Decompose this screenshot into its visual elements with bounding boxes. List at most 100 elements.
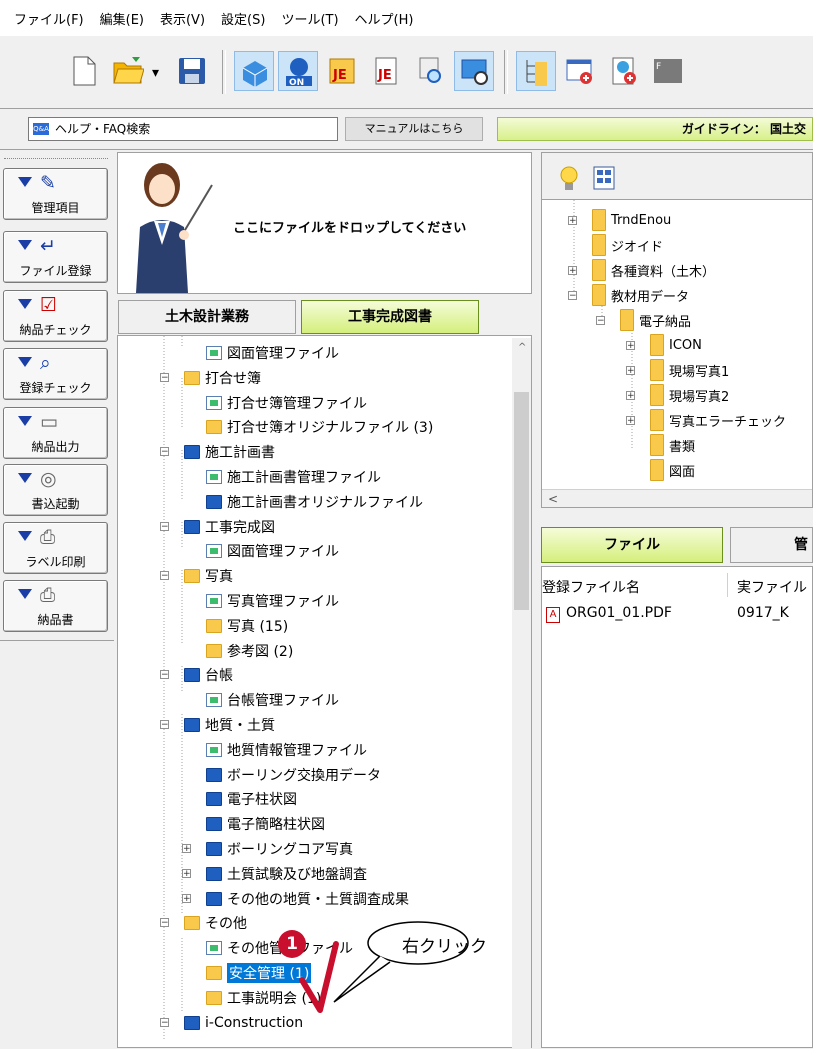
tree-node[interactable]: ボーリングコア写真 [206, 837, 353, 861]
right-tree-node[interactable]: TrndEnou [592, 208, 671, 232]
collapse-icon[interactable]: − [596, 316, 605, 326]
help-search-field[interactable]: Q&A ヘルプ・FAQ検索 [28, 117, 338, 141]
right-tree-node[interactable]: 各種資料（土木） [592, 258, 715, 282]
on-tool-button[interactable]: ON [278, 51, 318, 91]
grid-window-icon[interactable] [592, 165, 618, 191]
right-tree-node[interactable]: ジオイド [592, 233, 663, 257]
menu-item-3[interactable]: 設定(S) [221, 9, 265, 28]
side-button-manage[interactable]: ✎ 管理項目 [3, 168, 108, 220]
collapse-icon[interactable]: − [160, 670, 169, 680]
side-button-delivery-doc[interactable]: ⎙ 納品書 [3, 580, 108, 632]
tree-node[interactable]: 電子柱状図 [206, 787, 297, 811]
collapse-icon[interactable]: − [160, 571, 169, 581]
tree-node[interactable]: その他の地質・土質調査成果 [206, 887, 409, 911]
tab-completion-docs[interactable]: 工事完成図書 [301, 300, 479, 334]
side-button-write[interactable]: ◎ 書込起動 [3, 464, 108, 516]
lightbulb-icon[interactable] [558, 165, 580, 193]
menu-item-4[interactable]: ツール(T) [281, 9, 338, 28]
left-tree-scroll-thumb[interactable] [514, 392, 529, 610]
collapse-icon[interactable]: − [160, 720, 169, 730]
collapse-icon[interactable]: − [160, 1017, 169, 1027]
side-button-register[interactable]: ↵ ファイル登録 [3, 231, 108, 283]
collapse-icon[interactable]: − [160, 918, 169, 928]
doc-je-button[interactable]: JE [366, 51, 406, 91]
right-tree-node[interactable]: 現場写真1 [650, 358, 729, 382]
tree-node[interactable]: 写真管理ファイル [206, 589, 339, 613]
right-tree-node[interactable]: 書類 [650, 433, 695, 457]
expand-icon[interactable]: + [568, 216, 577, 226]
tree-node[interactable]: 施工計画書オリジナルファイル [206, 490, 423, 514]
tree-node[interactable]: i-Construction [184, 1011, 303, 1035]
side-button-output[interactable]: ▭ 納品出力 [3, 407, 108, 459]
tree-node[interactable]: 写真 [184, 564, 233, 588]
expand-icon[interactable]: + [568, 266, 577, 276]
right-tree-node[interactable]: 図面 [650, 458, 695, 482]
tree-node[interactable]: 地質情報管理ファイル [206, 738, 367, 762]
tree-node[interactable]: その他 [184, 911, 247, 935]
right-tree-node[interactable]: ICON [650, 333, 702, 357]
web-doc-button[interactable] [604, 51, 644, 91]
tree-node[interactable]: 参考図 (2) [206, 639, 293, 663]
expand-icon[interactable]: + [626, 366, 635, 376]
menu-item-5[interactable]: ヘルプ(H) [355, 9, 414, 28]
tree-node[interactable]: 台帳 [184, 663, 233, 687]
open-folder-button[interactable] [108, 51, 148, 91]
file-row-real[interactable]: 0917_K [737, 605, 789, 621]
collapse-icon[interactable]: − [160, 372, 169, 382]
tree-node[interactable]: 写真 (15) [206, 614, 288, 638]
tab-civil-design[interactable]: 土木設計業務 [118, 300, 296, 334]
tab-kanri[interactable]: 管 [730, 527, 813, 563]
search-tool-button[interactable] [410, 51, 450, 91]
tree-node[interactable]: 図面管理ファイル [206, 341, 339, 365]
tree-node[interactable]: 地質・土質 [184, 713, 275, 737]
right-tree-node[interactable]: 現場写真2 [650, 383, 729, 407]
tree-node[interactable]: 工事完成図 [184, 515, 275, 539]
gray-tool-button[interactable]: F [648, 51, 688, 91]
collapse-icon[interactable]: − [160, 447, 169, 457]
tree-node[interactable]: 電子簡略柱状図 [206, 812, 325, 836]
expand-icon[interactable]: + [182, 868, 191, 878]
right-tree-node[interactable]: 写真エラーチェック [650, 408, 786, 432]
monitor-tool-button[interactable] [454, 51, 494, 91]
side-button-reg-check[interactable]: ⌕ 登録チェック [3, 348, 108, 400]
tree-node[interactable]: 打合せ簿オリジナルファイル (3) [206, 415, 433, 439]
column-header-real[interactable]: 実ファイル [737, 577, 807, 597]
menu-item-0[interactable]: ファイル(F) [14, 9, 84, 28]
file-row-name[interactable]: ORG01_01.PDF [566, 605, 672, 621]
manual-button[interactable]: マニュアルはこちら [345, 117, 483, 141]
open-dropdown-icon[interactable]: ▾ [152, 65, 159, 81]
side-button-check[interactable]: ☑ 納品チェック [3, 290, 108, 342]
tree-node[interactable]: 台帳管理ファイル [206, 688, 339, 712]
tree-node[interactable]: 施工計画書管理ファイル [206, 465, 381, 489]
window-add-button[interactable] [560, 51, 600, 91]
expand-icon[interactable]: + [626, 416, 635, 426]
save-button[interactable] [172, 51, 212, 91]
tree-node[interactable]: 土質試験及び地盤調査 [206, 862, 367, 886]
photo-je-button[interactable]: JE [322, 51, 362, 91]
column-header-name[interactable]: 登録ファイル名 [542, 577, 640, 597]
tree-node[interactable]: ボーリング交換用データ [206, 763, 381, 787]
cube-tool-button[interactable] [234, 51, 274, 91]
collapse-icon[interactable]: − [160, 521, 169, 531]
tab-file[interactable]: ファイル [541, 527, 723, 563]
tree-node[interactable]: 施工計画書 [184, 440, 275, 464]
side-button-label-print[interactable]: ⎙ ラベル印刷 [3, 522, 108, 574]
expand-icon[interactable]: + [626, 341, 635, 351]
new-file-button[interactable] [64, 51, 104, 91]
scroll-left-arrow-icon[interactable]: < [548, 492, 558, 506]
file-drop-area[interactable]: ここにファイルをドロップしてください [117, 152, 532, 294]
collapse-icon[interactable]: − [568, 291, 577, 301]
right-tree-hscrollbar[interactable]: < [542, 489, 812, 507]
tree-node[interactable]: 打合せ簿管理ファイル [206, 391, 367, 415]
tree-node[interactable]: 打合せ簿 [184, 366, 261, 390]
menu-item-2[interactable]: 表示(V) [160, 9, 205, 28]
expand-icon[interactable]: + [182, 844, 191, 854]
expand-icon[interactable]: + [182, 893, 191, 903]
tree-node[interactable]: 図面管理ファイル [206, 539, 339, 563]
right-tree-node[interactable]: 電子納品 [620, 308, 691, 332]
tree-view-button[interactable] [516, 51, 556, 91]
right-tree-node[interactable]: 教材用データ [592, 283, 689, 307]
expand-icon[interactable]: + [626, 391, 635, 401]
scroll-up-arrow-icon[interactable]: ^ [518, 342, 526, 353]
menu-item-1[interactable]: 編集(E) [100, 9, 144, 28]
